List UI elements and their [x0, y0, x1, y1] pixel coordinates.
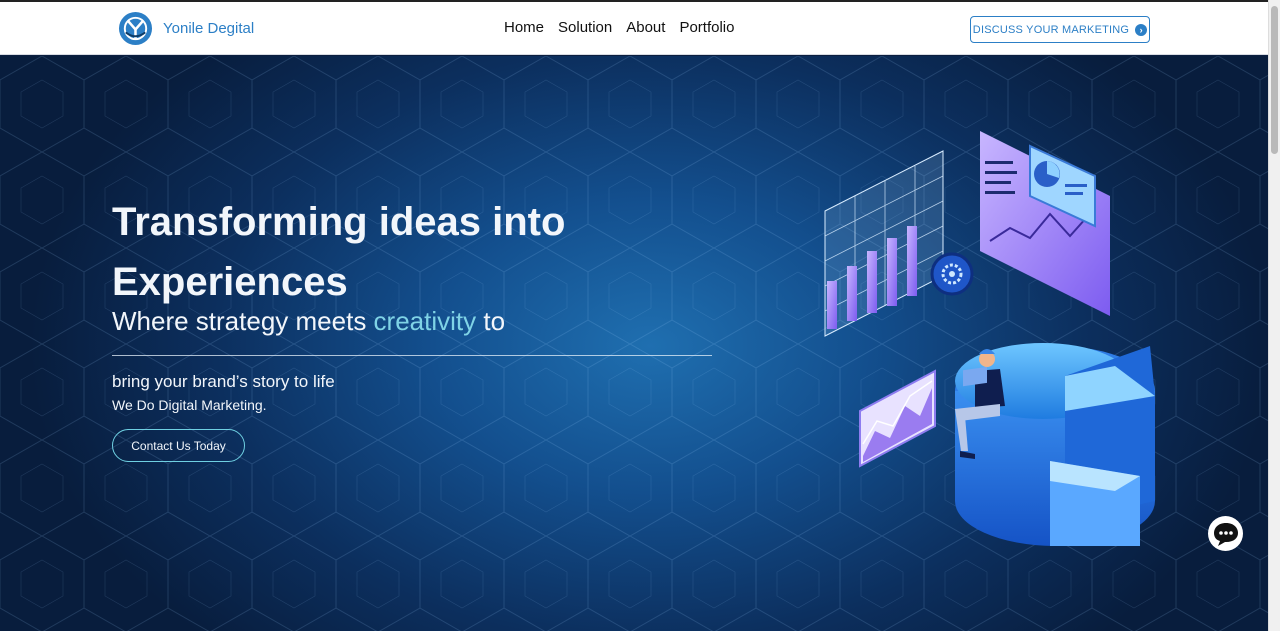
chat-button[interactable] — [1208, 516, 1243, 551]
hero-subtext: bring your brand’s story to life — [112, 372, 335, 391]
hero-tagline: Where strategy meets creativity to — [112, 306, 505, 337]
isometric-analytics-illustration — [824, 131, 1155, 546]
scrollbar-thumb[interactable] — [1271, 6, 1278, 154]
tagline-prefix: Where strategy meets — [112, 306, 374, 336]
hero-headline: Transforming ideas into Experiences — [112, 200, 566, 304]
yd-logo-icon — [118, 11, 153, 45]
arrow-right-circle-icon: › — [1135, 23, 1148, 36]
tagline-suffix: to — [476, 306, 506, 336]
chat-bubble-icon — [1213, 522, 1238, 546]
hero-slogan: We Do Digital Marketing. — [112, 397, 267, 413]
contact-us-label: Contact Us Today — [131, 438, 226, 453]
discuss-marketing-button[interactable]: DISCUSS YOUR MARKETING › — [970, 16, 1150, 43]
page-scrollbar[interactable] — [1268, 0, 1280, 631]
discuss-marketing-label: DISCUSS YOUR MARKETING — [972, 23, 1130, 36]
tagline-accent: creativity — [373, 306, 477, 336]
hero-divider — [112, 355, 712, 356]
nav-item-solution[interactable]: Solution — [558, 19, 612, 36]
nav-item-home[interactable]: Home — [504, 19, 544, 36]
contact-us-button[interactable]: Contact Us Today — [112, 429, 245, 462]
nav-item-portfolio[interactable]: Portfolio — [679, 19, 734, 36]
navbar: Yonile Degital Home Solution About Portf… — [0, 2, 1268, 55]
brand[interactable]: Yonile Degital — [118, 10, 254, 46]
hero-section: Transforming ideas into Experiences Wher… — [0, 56, 1268, 631]
nav-item-about[interactable]: About — [626, 19, 665, 36]
main-nav: Home Solution About Portfolio — [504, 19, 734, 36]
brand-name: Yonile Degital — [163, 19, 255, 37]
